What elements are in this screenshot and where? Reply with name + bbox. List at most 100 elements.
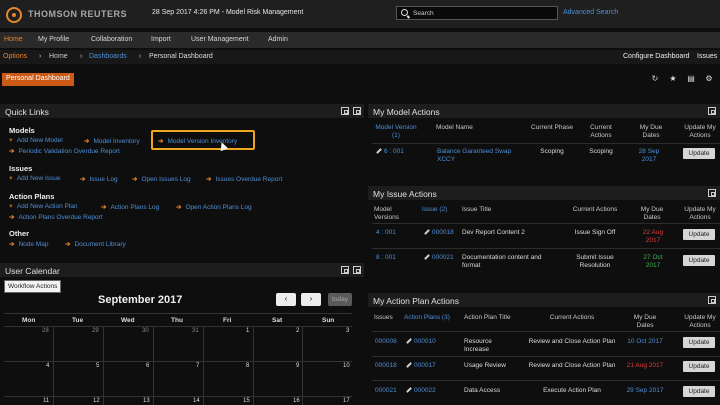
calendar-day[interactable]: 31 [192,328,199,334]
print-icon[interactable]: ▤ [687,75,695,83]
quick-link-action-plans-log[interactable]: ➔ Action Plans Log [101,203,159,211]
quick-link-add-new-issue[interactable]: + Add New Issue [9,175,61,182]
calendar-day[interactable]: 16 [293,398,300,404]
calendar-day[interactable]: 12 [93,398,100,404]
maximize-icon[interactable] [353,107,361,115]
issue-link[interactable]: 000018 [424,229,454,237]
calendar-day[interactable]: 4 [46,363,49,369]
quick-link-issues-overdue-report[interactable]: ➔ Issues Overdue Report [206,175,282,183]
calendar-day[interactable]: 7 [196,363,199,369]
quick-link-model-inventory[interactable]: ➔ Model Inventory [84,137,140,145]
action-plan-id: 000010 [414,338,436,345]
action-plan-link[interactable]: 000022 [406,387,436,395]
model-version-link[interactable]: 4 : 001 [376,229,396,237]
calendar-day[interactable]: 13 [143,398,150,404]
current-action: Execute Action Plan [543,387,601,394]
update-button[interactable]: Update [683,255,715,266]
workflow-actions-tab[interactable]: Workflow Actions [4,280,62,293]
my-issue-actions-header: My Issue Actions [368,186,720,200]
calendar-day[interactable]: 10 [343,363,350,369]
quick-link-issue-log[interactable]: ➔ Issue Log [80,175,118,183]
model-version-link[interactable]: 8 : 001 [376,254,396,262]
search-input[interactable]: Search [396,6,558,20]
highlight-box [151,130,255,150]
update-button[interactable]: Update [683,361,715,372]
action-plan-link[interactable]: 000017 [406,362,436,370]
calendar-day[interactable]: 11 [43,398,49,404]
expand-icon[interactable] [708,296,716,304]
gear-icon[interactable]: ⚙ [705,75,713,83]
calendar-day[interactable]: 2 [296,328,299,334]
quick-link-node-map[interactable]: ➔ Node Map [9,240,48,248]
quick-link-open-action-plans-log[interactable]: ➔ Open Action Plans Log [176,203,252,211]
update-button[interactable]: Update [683,148,715,159]
thomson-reuters-logo-icon [6,7,22,23]
quick-link-action-plans-overdue-report[interactable]: ➔ Action Plans Overdue Report [9,213,103,221]
breadcrumb-separator-2: › [80,53,83,60]
model-name-link[interactable]: Balance Garanteed Swap XCCY [437,148,527,164]
calendar-day[interactable]: 17 [343,398,350,404]
issue-link[interactable]: 000008 [375,338,397,346]
calendar-day[interactable]: 9 [296,363,299,369]
action-plan-link[interactable]: 000010 [406,338,436,346]
issues-link[interactable]: Issues [697,53,717,60]
column-header: Update My Actions [684,124,716,139]
calendar-prev-button[interactable]: ‹ [276,293,296,306]
expand-icon[interactable] [708,189,716,197]
calendar-day[interactable]: 28 [42,328,49,334]
update-button[interactable]: Update [683,229,715,240]
calendar-day[interactable]: 5 [96,363,99,369]
column-header: Model Versions [374,206,399,221]
quick-link-periodic-validation-overdue-report[interactable]: ➔ Periodic Validation Overdue Report [9,147,120,155]
column-header: Update My Actions [684,206,716,221]
breadcrumb-dashboards[interactable]: Dashboards [89,53,127,60]
column-header[interactable]: Model Version (1) [372,124,420,140]
expand-icon[interactable] [708,107,716,115]
update-button[interactable]: Update [683,386,715,397]
nav-import[interactable]: Import [151,36,171,43]
expand-icon[interactable] [341,266,349,274]
quick-link-open-issues-log[interactable]: ➔ Open Issues Log [132,175,191,183]
calendar-day[interactable]: 30 [142,328,149,334]
calendar-day[interactable]: 29 [92,328,99,334]
quick-link-document-library[interactable]: ➔ Document Library [65,240,126,248]
advanced-search-link[interactable]: Advanced Search [563,9,618,16]
calendar-day[interactable]: 8 [246,363,249,369]
pencil-icon [376,148,382,155]
issue-link[interactable]: 000021 [375,387,397,395]
current-action: Scoping [589,148,613,155]
column-header[interactable]: Action Plans (3) [404,314,450,322]
configure-dashboard-link[interactable]: Configure Dashboard [623,53,690,60]
nav-collaboration[interactable]: Collaboration [91,36,132,43]
refresh-icon[interactable]: ↻ [651,75,659,83]
calendar-next-button[interactable]: › [301,293,321,306]
quick-link-label: Periodic Validation Overdue Report [18,148,120,155]
column-header[interactable]: Issue (2) [422,206,447,214]
issue-link[interactable]: 000021 [424,254,454,262]
calendar-today-button[interactable]: today [328,293,352,306]
model-version-link[interactable]: 6 : 001 [376,148,404,156]
calendar-grid: Mon Tue Wed Thu Fri Sat Sun 28 29 30 31 … [4,313,352,405]
nav-admin[interactable]: Admin [268,36,288,43]
calendar-day[interactable]: 3 [346,328,349,334]
issue-link[interactable]: 000018 [375,362,397,370]
star-icon[interactable]: ★ [669,75,677,83]
quick-link-add-new-action-plan[interactable]: + Add New Action Plan [9,203,78,210]
calendar-day[interactable]: 14 [193,398,200,404]
options-menu[interactable]: Options [3,53,27,60]
maximize-icon[interactable] [353,266,361,274]
nav-user-management[interactable]: User Management [191,36,249,43]
calendar-day[interactable]: 6 [146,363,149,369]
add-icon: + [9,203,13,210]
nav-my-profile[interactable]: My Profile [38,36,69,43]
breadcrumb-home[interactable]: Home [49,53,68,60]
arrow-right-icon: ➔ [176,204,182,211]
personal-dashboard-tab[interactable]: Personal Dashboard [2,73,74,86]
calendar-day[interactable]: 1 [246,328,249,334]
quick-link-add-new-model[interactable]: + Add New Model [9,137,63,144]
calendar-day[interactable]: 15 [243,398,250,404]
update-button[interactable]: Update [683,337,715,348]
datetime-label: 28 Sep 2017 4:26 PM - Model Risk Managem… [152,9,304,16]
nav-home[interactable]: Home [4,36,23,43]
expand-icon[interactable] [341,107,349,115]
